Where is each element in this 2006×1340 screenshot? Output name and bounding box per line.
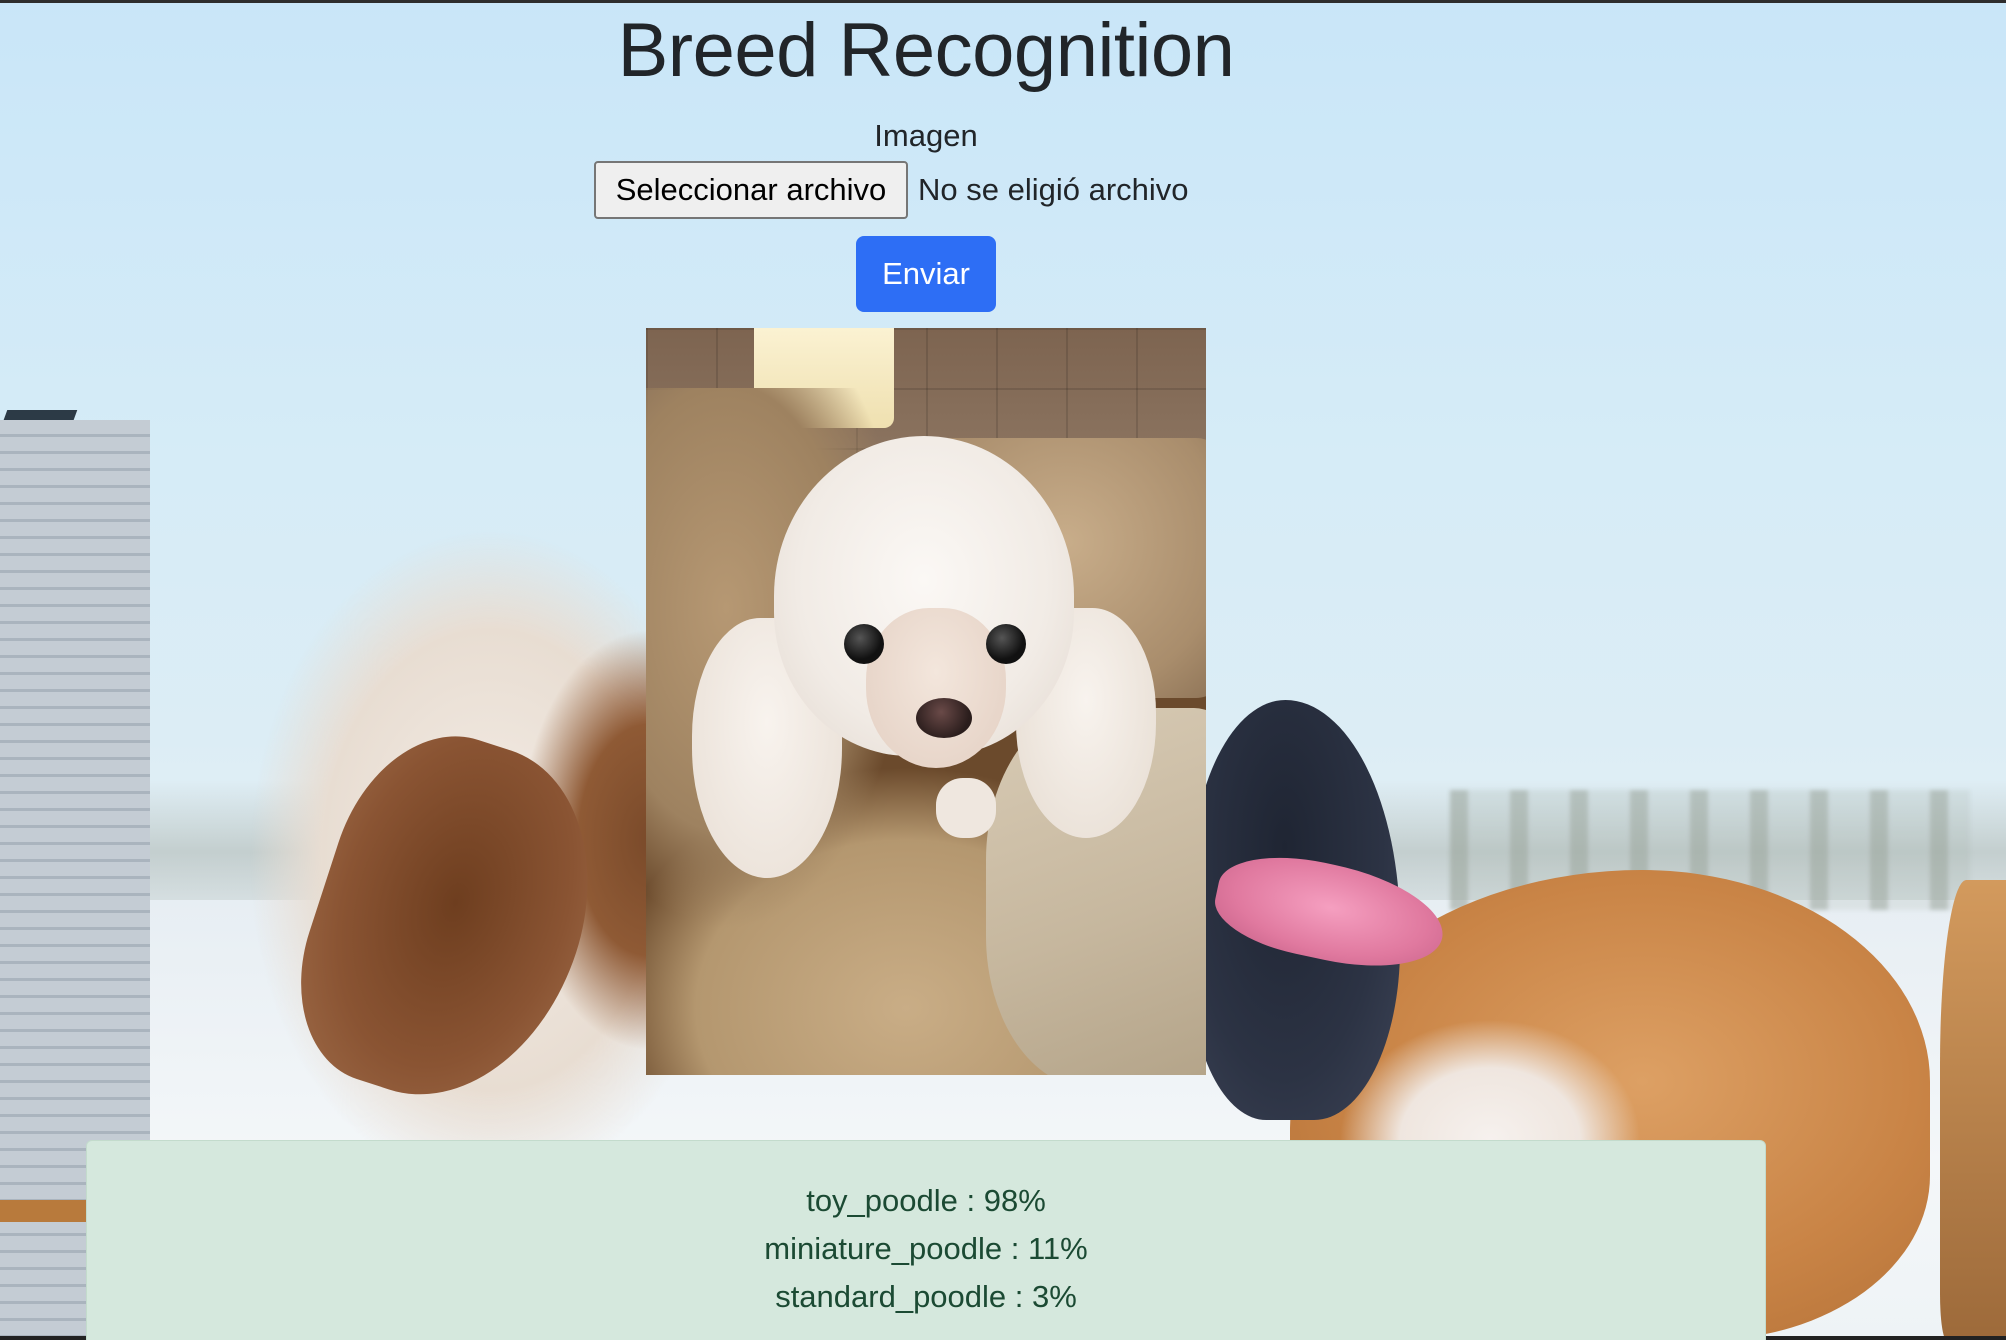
top-rule xyxy=(0,0,2006,3)
uploaded-image-preview xyxy=(646,328,1206,1075)
preview-dog-eye-left xyxy=(844,624,884,664)
prediction-result: toy_poodle : 98% xyxy=(806,1183,1046,1218)
preview-dog-eye-right xyxy=(986,624,1026,664)
prediction-result: miniature_poodle : 11% xyxy=(764,1231,1088,1266)
preview-dog-nose xyxy=(916,698,972,738)
preview-dog-paw xyxy=(936,778,996,838)
submit-button[interactable]: Enviar xyxy=(856,236,996,312)
preview-dog-muzzle xyxy=(866,608,1006,768)
background-right-edge xyxy=(1940,880,2006,1340)
file-status-text: No se eligió archivo xyxy=(918,172,1189,207)
page-title: Breed Recognition xyxy=(617,8,1235,93)
prediction-results-panel: toy_poodle : 98% miniature_poodle : 11% … xyxy=(86,1140,1766,1340)
file-input[interactable]: Seleccionar archivo No se eligió archivo xyxy=(594,160,1189,220)
choose-file-button[interactable]: Seleccionar archivo xyxy=(594,161,908,219)
image-field-label: Imagen xyxy=(874,118,978,153)
prediction-result: standard_poodle : 3% xyxy=(775,1279,1077,1314)
